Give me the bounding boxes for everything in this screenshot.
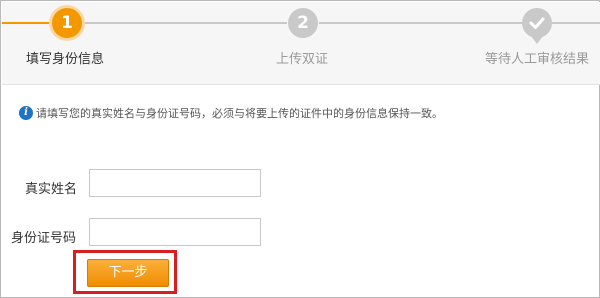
progress-steps: 1 填写身份信息 2 上传双证 等待人工审核结果 <box>2 2 600 85</box>
notice-text: 请填写您的真实姓名与身份证号码，必须与将要上传的证件中的身份信息保持一致。 <box>36 107 443 120</box>
verification-panel: 1 填写身份信息 2 上传双证 等待人工审核结果 i 请填写您的真实姓名与身份证号… <box>0 0 600 298</box>
progress-track <box>82 22 287 24</box>
step-2-number: 2 <box>297 13 309 33</box>
id-number-label: 身份证号码 <box>11 231 77 246</box>
info-icon: i <box>19 106 33 120</box>
step-3-label: 等待人工审核结果 <box>485 52 590 67</box>
id-number-input[interactable] <box>89 218 261 246</box>
step-1-circle: 1 <box>52 8 82 38</box>
progress-track <box>319 22 522 24</box>
real-name-input[interactable] <box>89 169 261 197</box>
step-2-circle: 2 <box>288 8 318 38</box>
step-3-circle <box>522 8 552 38</box>
step-1-number: 1 <box>61 13 73 33</box>
step-2-label: 上传双证 <box>276 52 329 67</box>
notice: i 请填写您的真实姓名与身份证号码，必须与将要上传的证件中的身份信息保持一致。 <box>19 105 443 121</box>
real-name-label: 真实姓名 <box>25 182 78 197</box>
progress-track <box>552 22 600 24</box>
check-pin-icon <box>529 17 545 29</box>
next-step-button[interactable]: 下一步 <box>87 259 169 287</box>
progress-track-done <box>2 22 50 24</box>
step-1-label: 填写身份信息 <box>26 52 105 67</box>
step-3-pin-tail <box>531 36 543 44</box>
